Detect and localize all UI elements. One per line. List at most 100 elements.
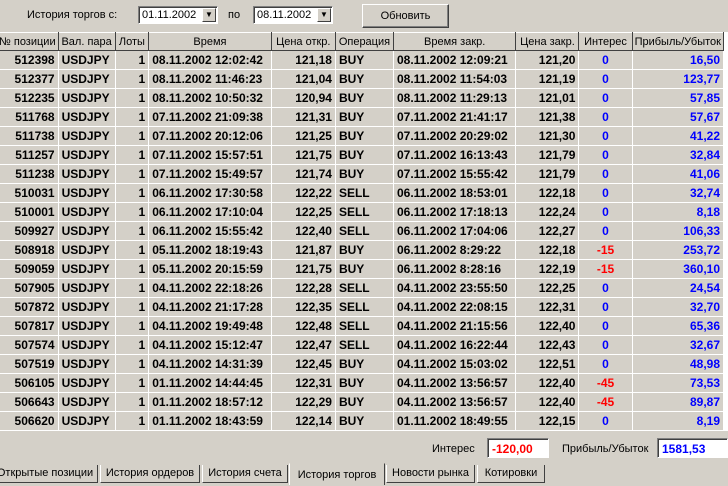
cell-position-id: 506620 bbox=[0, 411, 59, 431]
tab-trade-history[interactable]: История торгов bbox=[289, 463, 385, 485]
cell-profit: 16,50 bbox=[631, 50, 725, 70]
cell-lots: 1 bbox=[114, 335, 150, 355]
cell-interest: 0 bbox=[578, 164, 633, 184]
cell-position-id: 511257 bbox=[0, 145, 59, 165]
cell-close-time: 06.11.2002 17:18:13 bbox=[392, 202, 517, 222]
tab-quotes[interactable]: Котировки bbox=[477, 465, 545, 483]
tab-market-news[interactable]: Новости рынка bbox=[386, 465, 475, 483]
cell-lots: 1 bbox=[114, 126, 150, 146]
cell-operation: BUY bbox=[334, 164, 394, 184]
column-header-position[interactable]: № позиции bbox=[0, 32, 59, 51]
cell-profit: 41,22 bbox=[631, 126, 725, 146]
column-header-open-time[interactable]: Время bbox=[148, 32, 272, 51]
cell-lots: 1 bbox=[114, 164, 150, 184]
cell-interest: 0 bbox=[578, 316, 633, 336]
cell-interest: 0 bbox=[578, 126, 633, 146]
table-row[interactable]: 510001 USDJPY 1 06.11.2002 17:10:04 122,25 SE… bbox=[0, 202, 725, 222]
cell-position-id: 511768 bbox=[0, 107, 59, 127]
table-row[interactable]: 512377 USDJPY 1 08.11.2002 11:46:23 121,04 BU… bbox=[0, 69, 725, 89]
cell-operation: BUY bbox=[334, 259, 394, 279]
trade-history-grid: № позиции Вал. пара Лоты Время Цена откр… bbox=[0, 32, 728, 431]
cell-position-id: 512235 bbox=[0, 88, 59, 108]
cell-close-time: 07.11.2002 16:13:43 bbox=[392, 145, 517, 165]
table-row[interactable]: 511768 USDJPY 1 07.11.2002 21:09:38 121,31 BU… bbox=[0, 107, 725, 127]
from-date-value: 01.11.2002 bbox=[142, 9, 197, 21]
cell-lots: 1 bbox=[114, 107, 150, 127]
cell-open-price: 121,87 bbox=[270, 240, 336, 260]
table-row[interactable]: 512235 USDJPY 1 08.11.2002 10:50:32 120,94 BU… bbox=[0, 88, 725, 108]
table-row[interactable]: 511738 USDJPY 1 07.11.2002 20:12:06 121,25 BU… bbox=[0, 126, 725, 146]
column-header-open-price[interactable]: Цена откр. bbox=[270, 32, 336, 51]
cell-lots: 1 bbox=[114, 88, 150, 108]
table-row[interactable]: 506620 USDJPY 1 01.11.2002 18:43:59 122,14 BU… bbox=[0, 411, 725, 431]
from-date-picker[interactable]: 01.11.2002 ▼ bbox=[138, 6, 218, 24]
refresh-button[interactable]: Обновить bbox=[362, 4, 449, 28]
tab-order-history[interactable]: История ордеров bbox=[100, 465, 200, 483]
cell-close-time: 06.11.2002 18:53:01 bbox=[392, 183, 517, 203]
cell-currency-pair: USDJPY bbox=[57, 164, 116, 184]
cell-currency-pair: USDJPY bbox=[57, 69, 116, 89]
table-row[interactable]: 509059 USDJPY 1 05.11.2002 20:15:59 121,75 BU… bbox=[0, 259, 725, 279]
cell-open-time: 01.11.2002 14:44:45 bbox=[148, 373, 272, 393]
cell-lots: 1 bbox=[114, 354, 150, 374]
table-row[interactable]: 507519 USDJPY 1 04.11.2002 14:31:39 122,45 BU… bbox=[0, 354, 725, 374]
table-row[interactable]: 507817 USDJPY 1 04.11.2002 19:49:48 122,48 SE… bbox=[0, 316, 725, 336]
column-header-profit[interactable]: Прибыль/Убыток bbox=[631, 32, 725, 51]
table-row[interactable]: 511238 USDJPY 1 07.11.2002 15:49:57 121,74 BU… bbox=[0, 164, 725, 184]
cell-open-time: 08.11.2002 11:46:23 bbox=[148, 69, 272, 89]
cell-profit: 48,98 bbox=[631, 354, 725, 374]
cell-close-price: 122,40 bbox=[515, 316, 580, 336]
table-row[interactable]: 508918 USDJPY 1 05.11.2002 18:19:43 121,87 BU… bbox=[0, 240, 725, 260]
cell-interest: 0 bbox=[578, 335, 633, 355]
cell-close-time: 08.11.2002 11:29:13 bbox=[392, 88, 517, 108]
cell-close-price: 122,43 bbox=[515, 335, 580, 355]
column-header-close-price[interactable]: Цена закр. bbox=[515, 32, 580, 51]
cell-position-id: 511738 bbox=[0, 126, 59, 146]
table-row[interactable]: 510031 USDJPY 1 06.11.2002 17:30:58 122,22 SE… bbox=[0, 183, 725, 203]
column-header-close-time[interactable]: Время закр. bbox=[392, 32, 517, 51]
toolbar: История торгов с: 01.11.2002 ▼ по 08.11.… bbox=[0, 0, 728, 32]
tab-account-history[interactable]: История счета bbox=[202, 465, 288, 483]
tab-open-positions[interactable]: Открытые позиции bbox=[0, 465, 98, 483]
cell-close-price: 121,30 bbox=[515, 126, 580, 146]
cell-profit: 123,77 bbox=[631, 69, 725, 89]
cell-open-price: 121,75 bbox=[270, 259, 336, 279]
cell-operation: BUY bbox=[334, 240, 394, 260]
column-header-operation[interactable]: Операция bbox=[334, 32, 394, 51]
table-header-row: № позиции Вал. пара Лоты Время Цена откр… bbox=[0, 32, 725, 51]
table-row[interactable]: 509927 USDJPY 1 06.11.2002 15:55:42 122,40 SE… bbox=[0, 221, 725, 241]
chevron-down-icon[interactable]: ▼ bbox=[317, 8, 331, 22]
table-row[interactable]: 507872 USDJPY 1 04.11.2002 21:17:28 122,35 SE… bbox=[0, 297, 725, 317]
cell-close-price: 121,79 bbox=[515, 145, 580, 165]
cell-close-price: 122,40 bbox=[515, 373, 580, 393]
cell-profit: 57,67 bbox=[631, 107, 725, 127]
cell-lots: 1 bbox=[114, 316, 150, 336]
table-row[interactable]: 507574 USDJPY 1 04.11.2002 15:12:47 122,47 SE… bbox=[0, 335, 725, 355]
table-row[interactable]: 512398 USDJPY 1 08.11.2002 12:02:42 121,18 BU… bbox=[0, 50, 725, 70]
cell-close-time: 07.11.2002 20:29:02 bbox=[392, 126, 517, 146]
cell-close-price: 122,24 bbox=[515, 202, 580, 222]
cell-lots: 1 bbox=[114, 392, 150, 412]
cell-currency-pair: USDJPY bbox=[57, 145, 116, 165]
column-header-interest[interactable]: Интерес bbox=[578, 32, 633, 51]
table-row[interactable]: 506643 USDJPY 1 01.11.2002 18:57:12 122,29 BU… bbox=[0, 392, 725, 412]
cell-close-price: 122,18 bbox=[515, 240, 580, 260]
column-header-pair[interactable]: Вал. пара bbox=[57, 32, 116, 51]
to-date-picker[interactable]: 08.11.2002 ▼ bbox=[253, 6, 333, 24]
cell-open-time: 05.11.2002 18:19:43 bbox=[148, 240, 272, 260]
table-row[interactable]: 507905 USDJPY 1 04.11.2002 22:18:26 122,28 SE… bbox=[0, 278, 725, 298]
cell-profit: 32,74 bbox=[631, 183, 725, 203]
cell-operation: BUY bbox=[334, 107, 394, 127]
table-row[interactable]: 511257 USDJPY 1 07.11.2002 15:57:51 121,75 BU… bbox=[0, 145, 725, 165]
chevron-down-icon[interactable]: ▼ bbox=[202, 8, 216, 22]
cell-close-price: 121,79 bbox=[515, 164, 580, 184]
column-header-lots[interactable]: Лоты bbox=[114, 32, 150, 51]
table-row[interactable]: 506105 USDJPY 1 01.11.2002 14:44:45 122,31 BU… bbox=[0, 373, 725, 393]
cell-open-time: 07.11.2002 15:49:57 bbox=[148, 164, 272, 184]
cell-profit: 41,06 bbox=[631, 164, 725, 184]
to-date-label: по bbox=[228, 9, 241, 21]
cell-operation: BUY bbox=[334, 145, 394, 165]
cell-interest: -15 bbox=[578, 259, 633, 279]
cell-operation: SELL bbox=[334, 316, 394, 336]
cell-close-time: 06.11.2002 8:29:22 bbox=[392, 240, 517, 260]
